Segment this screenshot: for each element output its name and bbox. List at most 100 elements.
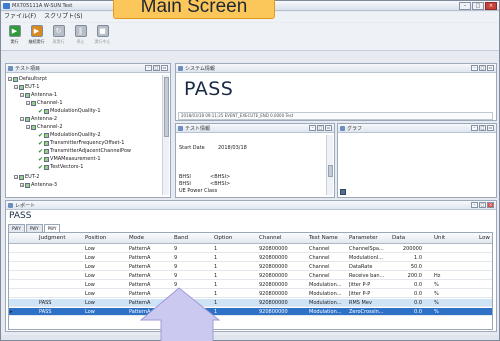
col-mode[interactable]: Mode [129, 235, 144, 241]
stop-button[interactable]: ‖ 停止 [71, 25, 90, 49]
pause-icon: ‖ [74, 25, 87, 37]
col-option[interactable]: Option [214, 235, 232, 241]
table-cell: 1 [214, 246, 218, 252]
tree-item[interactable]: ✔ TestVectors-1 [38, 163, 83, 171]
report-tab-3[interactable]: PWY [43, 224, 61, 232]
table-row[interactable]: Low PatternA 9 1 920800000 Channel Receive ban… [9, 272, 492, 280]
panel-restore-button[interactable]: □ [317, 125, 324, 131]
start-date-label: Start Date [179, 145, 205, 151]
col-judgment[interactable]: Judgment [39, 235, 65, 241]
table-row[interactable]: Low PatternA 9 1 920800000 Channel DataRate 50.… [9, 263, 492, 271]
panel-minimize-button[interactable]: – [471, 202, 478, 208]
col-channel[interactable]: Channel [259, 235, 282, 241]
collapse-icon[interactable]: − [26, 101, 30, 105]
panel-maximize-button[interactable]: ▭ [487, 125, 494, 131]
tree-item[interactable]: − Antenna-2 [20, 115, 57, 123]
collapse-icon[interactable]: − [20, 93, 24, 97]
run-button[interactable]: ▶ 実行 [5, 25, 24, 49]
menu-script[interactable]: スクリプト(S) [44, 12, 83, 22]
table-cell: Receive ban... [349, 273, 385, 279]
panel-icon [8, 66, 13, 71]
expand-icon[interactable]: + [20, 183, 24, 187]
resume-button[interactable]: ↻ 再実行 [49, 25, 68, 49]
graph-settings-icon[interactable] [340, 189, 346, 195]
panel-close-button[interactable]: × [487, 202, 494, 208]
col-test-name[interactable]: Test Name [309, 235, 338, 241]
panel-icon [178, 126, 183, 131]
tree-item-label: TransmitterFrequencyOffset-1 [50, 140, 125, 146]
tree-item-label: Antenna-2 [31, 116, 58, 122]
table-row[interactable]: Low PatternA 9 1 920800000 Channel ChannelSpa.… [9, 245, 492, 253]
minimize-button[interactable]: – [459, 2, 471, 10]
test-info-scrollbar[interactable] [326, 135, 333, 195]
collapse-icon[interactable]: − [26, 125, 30, 129]
collapse-icon[interactable]: − [20, 117, 24, 121]
maximize-button[interactable]: □ [472, 2, 484, 10]
cancel-button[interactable]: ■ 実行中止 [93, 25, 112, 49]
tree-item[interactable]: ✔ VMAMeasurement-1 [38, 155, 101, 163]
tree-item[interactable]: + Antenna-3 [20, 181, 57, 189]
panel-restore-button[interactable]: □ [479, 125, 486, 131]
menu-file[interactable]: ファイル(F) [4, 12, 36, 22]
tree-item[interactable]: − EUT-1 [14, 83, 39, 91]
report-tab-2[interactable]: PWY [25, 224, 43, 232]
tree-scrollbar[interactable] [162, 75, 169, 195]
tree-item-label: EUT-2 [25, 174, 40, 180]
table-cell: 1 [214, 255, 218, 261]
tree-item[interactable]: − Defaultsrpt [8, 75, 47, 83]
col-unit[interactable]: Unit [434, 235, 445, 241]
table-cell: 1 [214, 264, 218, 270]
table-cell: PatternA [129, 264, 151, 270]
folder-icon [25, 92, 30, 98]
panel-restore-button[interactable]: □ [479, 202, 486, 208]
tree-scroll-thumb[interactable] [164, 77, 169, 137]
tree-item[interactable]: ✔ ModulationQuality-1 [38, 107, 101, 115]
tree-item[interactable]: − Antenna-1 [20, 91, 57, 99]
report-result: PASS [9, 211, 32, 221]
panel-maximize-button[interactable]: ▭ [325, 125, 332, 131]
tree-item[interactable]: − Channel-1 [26, 99, 63, 107]
tree-item-label: ModulationQuality-1 [50, 108, 101, 114]
report-tabs: PWY PWY PWY [8, 224, 61, 232]
panel-minimize-button[interactable]: – [471, 65, 478, 71]
table-cell: 920800000 [259, 291, 288, 297]
table-cell: ZeroCrossin... [349, 309, 384, 315]
tree-item[interactable]: − EUT-2 [14, 173, 39, 181]
collapse-icon[interactable]: − [14, 85, 18, 89]
continue-run-button[interactable]: ▶ 継続実行 [27, 25, 46, 49]
col-parameter[interactable]: Parameter [349, 235, 378, 241]
tree-item[interactable]: ✔ TransmitterAdjacentChannelPow [38, 147, 131, 155]
panel-minimize-button[interactable]: – [471, 125, 478, 131]
panel-restore-button[interactable]: □ [153, 65, 160, 71]
col-band[interactable]: Band [174, 235, 188, 241]
table-cell: RMS Mev [349, 300, 372, 306]
folder-icon [19, 84, 24, 90]
panel-restore-button[interactable]: □ [479, 65, 486, 71]
tree-item[interactable]: − Channel-2 [26, 123, 63, 131]
panel-minimize-button[interactable]: – [145, 65, 152, 71]
report-header: レポート – □ × [6, 201, 496, 210]
window-controls: – □ × [459, 2, 497, 10]
col-low[interactable]: Low [479, 235, 490, 241]
col-position[interactable]: Position [85, 235, 106, 241]
panel-minimize-button[interactable]: – [309, 125, 316, 131]
col-data[interactable]: Data [392, 235, 405, 241]
test-info-title: テスト情報 [185, 126, 211, 132]
panel-maximize-button[interactable]: ▭ [161, 65, 168, 71]
table-row[interactable]: LowPatternA91920800000Modulation...Jitte… [9, 290, 492, 298]
table-row[interactable]: ▸PASSLowPatternA91920800000Modulation...… [9, 308, 492, 316]
table-row[interactable]: PASSLowPatternA91920800000Modulation...R… [9, 299, 492, 307]
table-row[interactable]: Low PatternA 9 1 920800000 Channel ModulationI… [9, 254, 492, 262]
collapse-icon[interactable]: − [14, 175, 18, 179]
table-cell: ModulationI... [349, 255, 383, 261]
test-info-scroll-thumb[interactable] [328, 165, 333, 177]
table-cell: Modulation... [309, 291, 342, 297]
tree-item[interactable]: ✔ ModulationQuality-2 [38, 131, 101, 139]
table-cell: 9 [174, 273, 178, 279]
tree-item[interactable]: ✔ TransmitterFrequencyOffset-1 [38, 139, 124, 147]
collapse-icon[interactable]: − [8, 77, 12, 81]
panel-maximize-button[interactable]: ▭ [487, 65, 494, 71]
table-row[interactable]: LowPatternA91920800000Modulation...Jitte… [9, 281, 492, 289]
report-tab-1[interactable]: PWY [8, 224, 25, 232]
close-button[interactable]: × [485, 2, 497, 10]
